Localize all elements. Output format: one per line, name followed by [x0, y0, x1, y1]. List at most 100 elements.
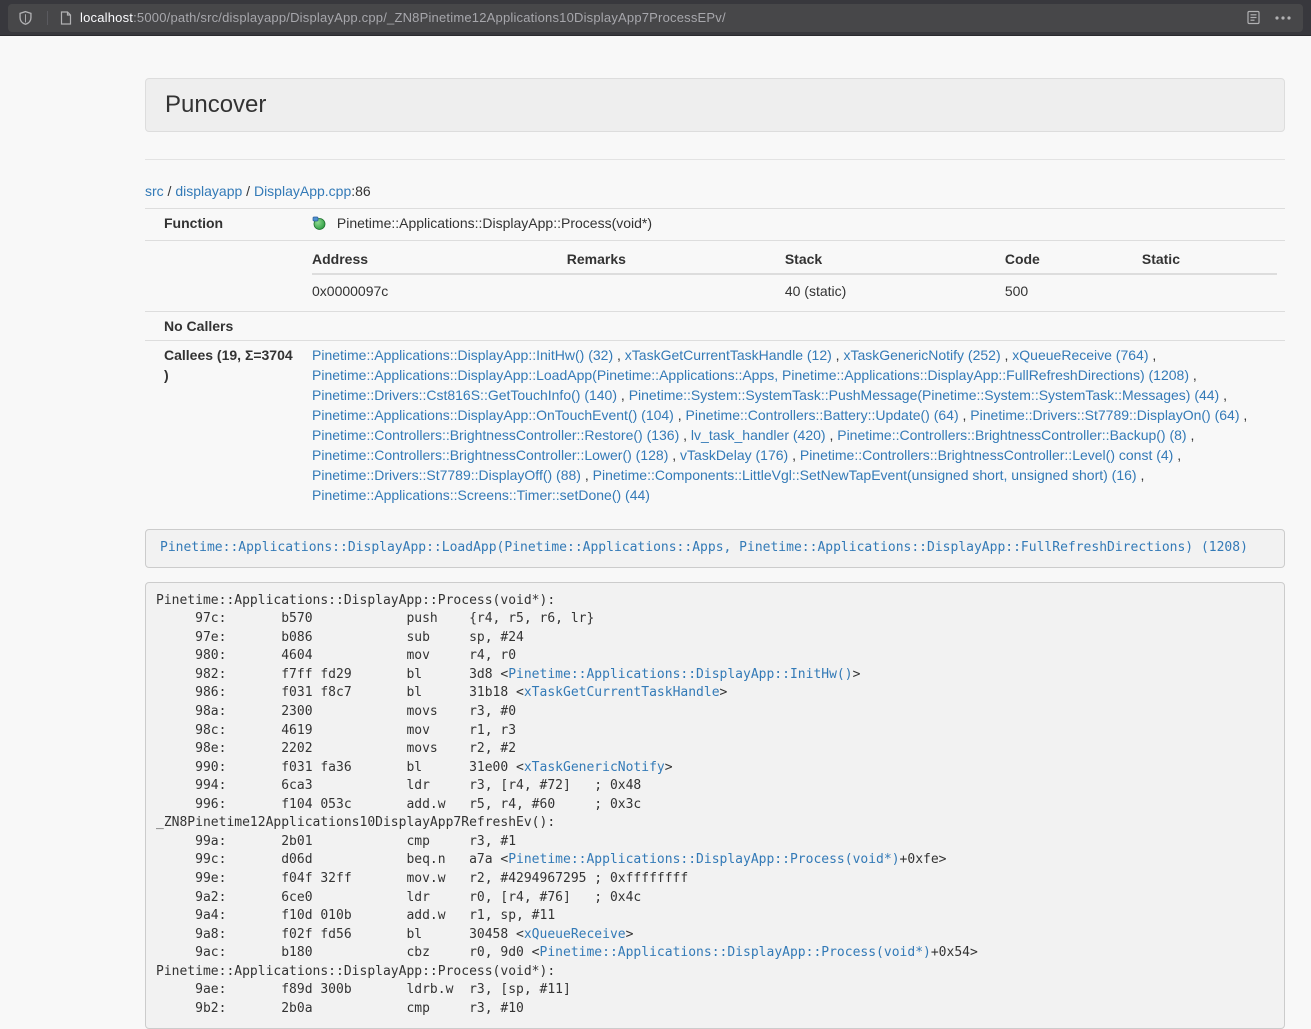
- breadcrumb-link[interactable]: src: [145, 183, 164, 199]
- highlighted-callee-panel: Pinetime::Applications::DisplayApp::Load…: [145, 529, 1285, 568]
- divider: [145, 159, 1285, 160]
- reader-mode-icon[interactable]: [1246, 10, 1261, 25]
- app-header-panel: Puncover: [145, 78, 1285, 132]
- address-cell: 40 (static): [785, 274, 1005, 307]
- address-cell: 500: [1005, 274, 1142, 307]
- column-header: Static: [1142, 245, 1277, 274]
- callee-link[interactable]: Pinetime::System::SystemTask::PushMessag…: [629, 387, 1220, 403]
- code-text: 9ae: f89d 300b ldrb.w r3, [sp, #11]: [156, 982, 571, 997]
- browser-toolbar: localhost:5000/path/src/displayapp/Displ…: [0, 0, 1311, 36]
- code-text: 99a: 2b01 cmp r3, #1: [156, 834, 516, 849]
- callee-link[interactable]: Pinetime::Applications::DisplayApp::Load…: [312, 367, 1189, 383]
- address-row: AddressRemarksStackCodeStatic 0x0000097c…: [145, 241, 1285, 312]
- callees-label: Callees (19, Σ=3704 ): [145, 341, 304, 510]
- code-symbol-link[interactable]: Pinetime::Applications::DisplayApp::Init…: [508, 667, 852, 682]
- breadcrumb-separator: /: [242, 183, 254, 199]
- callee-link[interactable]: Pinetime::Components::LittleVgl::SetNewT…: [593, 467, 1137, 483]
- code-text: 9ac: b180 cbz r0, 9d0 <: [156, 945, 540, 960]
- callee-link[interactable]: Pinetime::Controllers::BrightnessControl…: [312, 447, 668, 463]
- callee-link[interactable]: Pinetime::Controllers::BrightnessControl…: [800, 447, 1173, 463]
- code-text: >: [853, 667, 861, 682]
- code-text: >: [626, 927, 634, 942]
- callee-link[interactable]: xTaskGenericNotify (252): [843, 347, 1000, 363]
- disassembly-block: Pinetime::Applications::DisplayApp::Proc…: [145, 582, 1285, 1029]
- callees-list: Pinetime::Applications::DisplayApp::Init…: [304, 341, 1285, 510]
- code-text: 990: f031 fa36 bl 31e00 <: [156, 760, 524, 775]
- url-bar[interactable]: localhost:5000/path/src/displayapp/Displ…: [8, 4, 1303, 32]
- callee-link[interactable]: Pinetime::Drivers::Cst816S::GetTouchInfo…: [312, 387, 617, 403]
- code-text: 98c: 4619 mov r1, r3: [156, 723, 516, 738]
- url-host: localhost: [80, 10, 133, 25]
- code-text: _ZN8Pinetime12Applications10DisplayApp7R…: [156, 815, 555, 830]
- app-title: Puncover: [165, 91, 1265, 119]
- callee-link[interactable]: Pinetime::Drivers::St7789::DisplayOn() (…: [970, 407, 1239, 423]
- code-text: 9a2: 6ce0 ldr r0, [r4, #76] ; 0x4c: [156, 890, 641, 905]
- column-header: Code: [1005, 245, 1142, 274]
- no-callers-row: No Callers: [145, 312, 1285, 341]
- code-text: 97c: b570 push {r4, r5, r6, lr}: [156, 611, 594, 626]
- code-symbol-link[interactable]: xTaskGetCurrentTaskHandle: [524, 685, 720, 700]
- code-text: 9a4: f10d 010b add.w r1, sp, #11: [156, 908, 555, 923]
- code-text: +0x54>: [931, 945, 978, 960]
- function-icon: [312, 216, 327, 236]
- page-actions-icon[interactable]: [1275, 16, 1291, 20]
- callee-link[interactable]: lv_task_handler (420): [691, 427, 826, 443]
- callee-link[interactable]: xQueueReceive (764): [1012, 347, 1148, 363]
- code-text: 97e: b086 sub sp, #24: [156, 630, 524, 645]
- code-text: 9b2: 2b0a cmp r3, #10: [156, 1001, 524, 1016]
- breadcrumb-link[interactable]: DisplayApp.cpp: [254, 183, 351, 199]
- callees-row: Callees (19, Σ=3704 ) Pinetime::Applicat…: [145, 341, 1285, 510]
- code-text: 996: f104 053c add.w r5, r4, #60 ; 0x3c: [156, 797, 641, 812]
- code-text: 986: f031 f8c7 bl 31b18 <: [156, 685, 524, 700]
- address-cell: 0x0000097c: [312, 274, 567, 307]
- code-symbol-link[interactable]: xTaskGenericNotify: [524, 760, 665, 775]
- code-symbol-link[interactable]: Pinetime::Applications::DisplayApp::Proc…: [508, 852, 899, 867]
- code-text: 99c: d06d beq.n a7a <: [156, 852, 508, 867]
- tracking-protection-shield-icon[interactable]: [18, 10, 33, 26]
- callee-link[interactable]: Pinetime::Controllers::BrightnessControl…: [837, 427, 1186, 443]
- code-text: 980: 4604 mov r4, r0: [156, 648, 516, 663]
- address-table-header: AddressRemarksStackCodeStatic: [312, 245, 1277, 274]
- callee-link[interactable]: xTaskGetCurrentTaskHandle (12): [625, 347, 832, 363]
- address-cell: [567, 274, 785, 307]
- column-header: Remarks: [567, 245, 785, 274]
- code-symbol-link[interactable]: Pinetime::Applications::DisplayApp::Proc…: [540, 945, 931, 960]
- code-text: 994: 6ca3 ldr r3, [r4, #72] ; 0x48: [156, 778, 641, 793]
- breadcrumb-link[interactable]: displayapp: [175, 183, 242, 199]
- address-table: AddressRemarksStackCodeStatic 0x0000097c…: [312, 245, 1277, 307]
- callee-link[interactable]: Pinetime::Controllers::Battery::Update()…: [686, 407, 959, 423]
- code-text: Pinetime::Applications::DisplayApp::Proc…: [156, 593, 555, 608]
- column-header: Stack: [785, 245, 1005, 274]
- code-text: 982: f7ff fd29 bl 3d8 <: [156, 667, 508, 682]
- code-text: Pinetime::Applications::DisplayApp::Proc…: [156, 964, 555, 979]
- page-proxy-icon: [47, 11, 72, 25]
- callee-link[interactable]: Pinetime::Controllers::BrightnessControl…: [312, 427, 679, 443]
- url-text: localhost:5000/path/src/displayapp/Displ…: [80, 10, 1236, 25]
- address-table-row: 0x0000097c 40 (static)500: [312, 274, 1277, 307]
- function-row: Function Pinetime::Applications::Display…: [145, 209, 1285, 241]
- function-name: Pinetime::Applications::DisplayApp::Proc…: [337, 215, 652, 231]
- code-symbol-link[interactable]: xQueueReceive: [524, 927, 626, 942]
- code-text: 98e: 2202 movs r2, #2: [156, 741, 516, 756]
- callee-link[interactable]: Pinetime::Applications::DisplayApp::Init…: [312, 347, 613, 363]
- code-text: 9a8: f02f fd56 bl 30458 <: [156, 927, 524, 942]
- code-text: >: [720, 685, 728, 700]
- breadcrumb-separator: /: [164, 183, 176, 199]
- breadcrumb-line-number: :86: [351, 183, 370, 199]
- url-path: :5000/path/src/displayapp/DisplayApp.cpp…: [133, 10, 726, 25]
- callee-link[interactable]: Pinetime::Applications::Screens::Timer::…: [312, 487, 650, 503]
- code-text: +0xfe>: [900, 852, 947, 867]
- code-text: 98a: 2300 movs r3, #0: [156, 704, 516, 719]
- callee-link[interactable]: Pinetime::Drivers::St7789::DisplayOff() …: [312, 467, 581, 483]
- function-label: Function: [145, 209, 304, 241]
- callee-link[interactable]: vTaskDelay (176): [680, 447, 788, 463]
- highlighted-callee-link[interactable]: Pinetime::Applications::DisplayApp::Load…: [160, 540, 1248, 555]
- callee-link[interactable]: Pinetime::Applications::DisplayApp::OnTo…: [312, 407, 674, 423]
- address-cell: [1142, 274, 1277, 307]
- code-text: 99e: f04f 32ff mov.w r2, #4294967295 ; 0…: [156, 871, 688, 886]
- breadcrumb: src / displayapp / DisplayApp.cpp:86: [145, 183, 1285, 199]
- no-callers-label: No Callers: [145, 312, 304, 341]
- symbol-table: Function Pinetime::Applications::Display…: [145, 208, 1285, 509]
- page-content: Puncover src / displayapp / DisplayApp.c…: [0, 36, 1311, 1029]
- code-text: >: [665, 760, 673, 775]
